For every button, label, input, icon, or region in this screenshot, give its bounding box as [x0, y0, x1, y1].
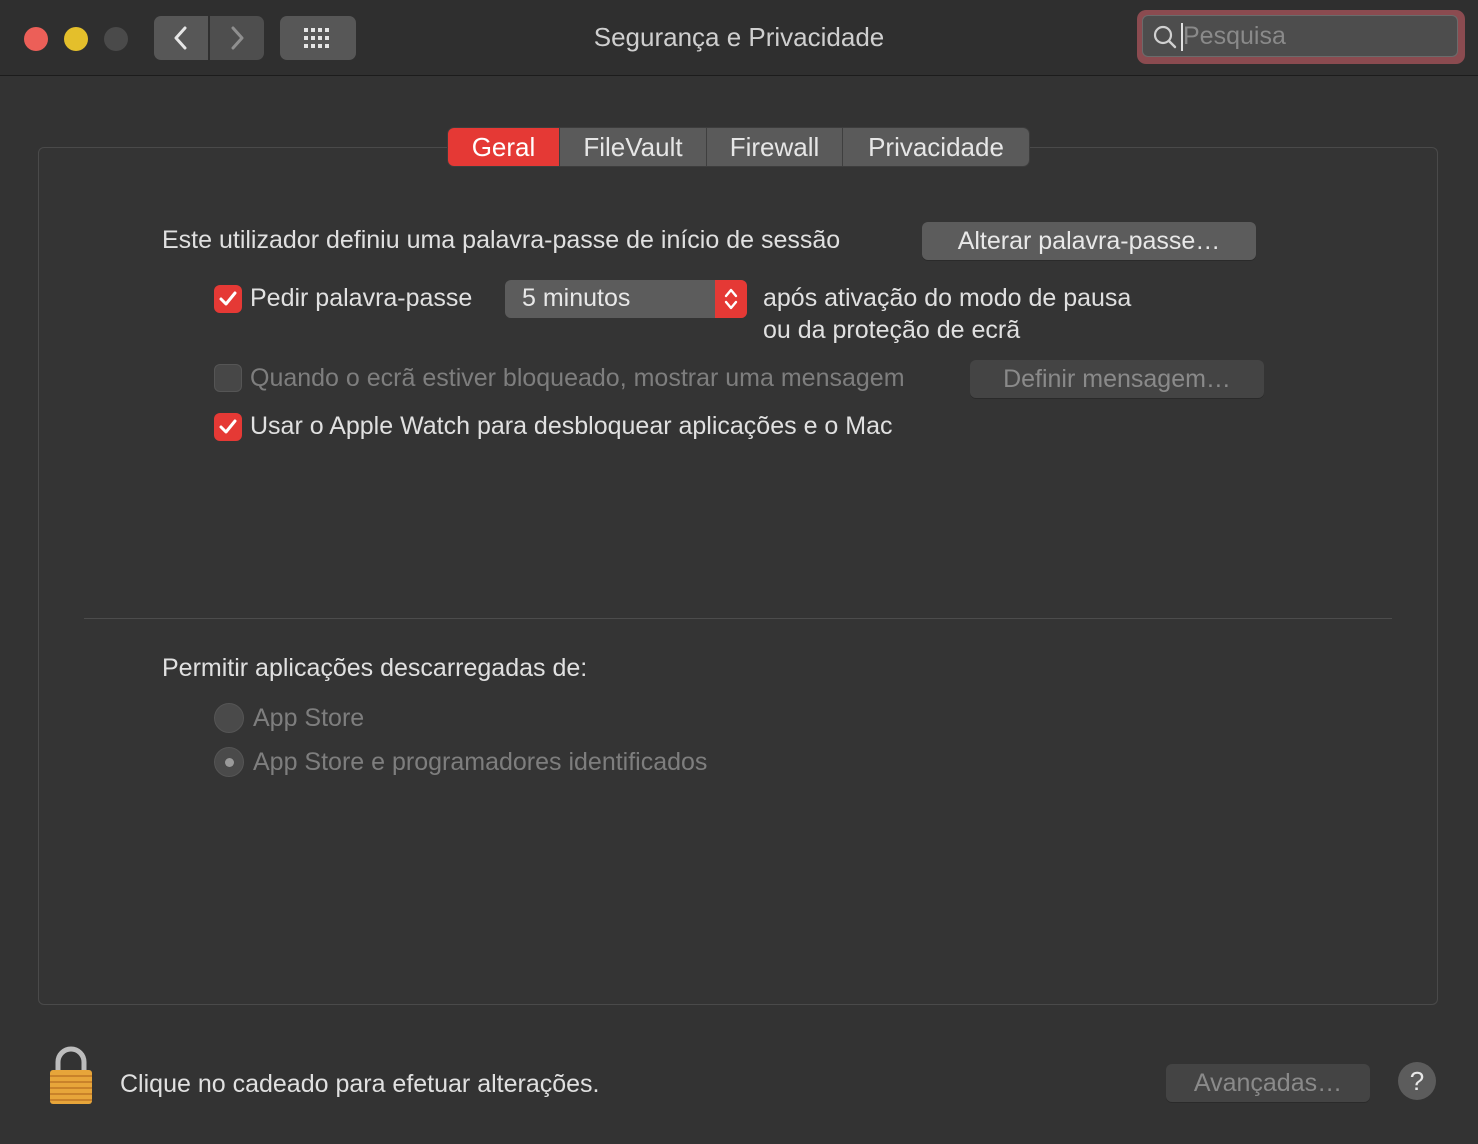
require-password-label: Pedir palavra-passe — [250, 284, 473, 312]
password-set-label: Este utilizador definiu uma palavra-pass… — [162, 226, 841, 254]
content-panel — [38, 147, 1438, 1005]
advanced-button[interactable]: Avançadas… — [1166, 1064, 1370, 1102]
tab-firewall[interactable]: Firewall — [707, 128, 843, 166]
section-divider — [84, 618, 1392, 619]
search-field[interactable] — [1142, 15, 1458, 57]
lock-icon[interactable] — [48, 1046, 94, 1106]
search-field-focus-ring — [1137, 10, 1465, 64]
tab-geral[interactable]: Geral — [448, 128, 560, 166]
tab-privacidade[interactable]: Privacidade — [843, 128, 1029, 166]
search-input[interactable] — [1183, 16, 1443, 56]
tab-filevault[interactable]: FileVault — [560, 128, 707, 166]
set-message-button[interactable]: Definir mensagem… — [970, 360, 1264, 398]
require-password-suffix-line1: após ativação do modo de pausa — [763, 284, 1132, 312]
radio-app-store-identified-label: App Store e programadores identificados — [253, 748, 708, 776]
radio-app-store-identified[interactable] — [214, 747, 244, 777]
search-icon — [1153, 25, 1177, 49]
lock-message-checkbox[interactable] — [214, 364, 242, 392]
apple-watch-checkbox[interactable] — [214, 413, 242, 441]
lock-message-label: Quando o ecrã estiver bloqueado, mostrar… — [250, 364, 905, 392]
tab-bar: Geral FileVault Firewall Privacidade — [448, 128, 1029, 166]
change-password-button[interactable]: Alterar palavra-passe… — [922, 222, 1256, 260]
checkmark-icon — [219, 291, 237, 306]
help-button[interactable]: ? — [1398, 1062, 1436, 1100]
checkmark-icon — [219, 419, 237, 434]
popup-arrows — [715, 280, 747, 318]
require-password-checkbox[interactable] — [214, 285, 242, 313]
title-bar: Segurança e Privacidade — [0, 0, 1478, 76]
password-delay-popup[interactable]: 5 minutos — [505, 280, 747, 318]
radio-selected-dot — [224, 757, 234, 767]
password-delay-value: 5 minutos — [522, 284, 631, 312]
downloads-heading: Permitir aplicações descarregadas de: — [162, 654, 588, 682]
radio-app-store-label: App Store — [253, 704, 365, 732]
apple-watch-label: Usar o Apple Watch para desbloquear apli… — [250, 412, 893, 440]
lock-hint-text: Clique no cadeado para efetuar alteraçõe… — [120, 1070, 600, 1098]
require-password-suffix-line2: ou da proteção de ecrã — [763, 316, 1021, 344]
radio-app-store[interactable] — [214, 703, 244, 733]
chevron-up-down-icon — [724, 288, 738, 310]
system-preferences-window: Segurança e Privacidade Geral FileVault … — [0, 0, 1478, 1144]
